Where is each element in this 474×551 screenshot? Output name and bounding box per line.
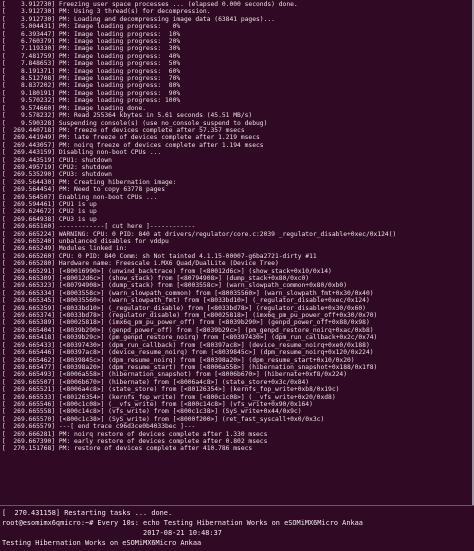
log-line: [ 269.665433] [<80397430>] (dpm_run_call… — [2, 341, 370, 349]
log-line: [ 269.665533] [<80126354>] (kernfs_fop_w… — [2, 393, 336, 401]
console-output[interactable]: [ 270.431158] Restarting tasks ... done.… — [0, 505, 474, 551]
log-line: [ 269.665546] [<800c1c08>] (__vfs_write)… — [2, 400, 313, 408]
log-line: [ 269.665309] [<80012d6c>] (show_stack) … — [2, 275, 310, 283]
log-line: [ 269.665521] [<8006a4c8>] (state_store)… — [2, 386, 340, 394]
log-line: [ 8.837202] PM: Image loading progress: … — [2, 82, 181, 90]
log-line: [ 269.665389] [<80025818>] (imx6q_pm_pu_… — [2, 319, 370, 327]
log-line: [ 269.665462] [<8039845c>] (dpm_resume_n… — [2, 356, 355, 364]
log-line: [ 269.443519] CPU1: shutdown — [2, 156, 112, 164]
log-line: [ 269.441949] PM: late freeze of devices… — [2, 134, 260, 142]
log-line: [ 6.760379] PM: Image loading progress: … — [2, 38, 181, 46]
log-line: [ 269.535290] CPU3: shutdown — [2, 171, 112, 179]
console-line: 2017-08-21 10:48:37 — [2, 529, 222, 537]
log-line: [ 269.665418] [<8039b29c>] (pm_genpd_res… — [2, 334, 378, 342]
log-line: [ 269.665291] [<80016990>] (unwind_backt… — [2, 267, 332, 275]
log-line: [ 269.564430] PM: Creating hibernation i… — [2, 178, 177, 186]
log-line: [ 3.912730] Freezing user space processe… — [2, 1, 298, 8]
console-line: Testing Hibernation Works on eSOMiMX6Mic… — [2, 539, 202, 547]
log-line: [ 269.665260] CPU: 0 PID: 840 Comm: sh N… — [2, 252, 317, 260]
kernel-log-output: [ 3.912730] Freezing user space processe… — [0, 0, 474, 505]
log-line: [ 9.590328] Suspending console(s) (use n… — [2, 119, 268, 127]
log-line: [ 269.665323] [<80794908>] (dump_stack) … — [2, 282, 347, 290]
log-line: [ 269.665359] [<8033bd10>] (_regulator_d… — [2, 304, 366, 312]
log-line: [ 269.665570] [<800c1c38>] (SyS_write) f… — [2, 415, 325, 423]
log-line: [ 269.665224] WARNING: CPU: 0 PID: 840 a… — [2, 230, 397, 238]
console-line: [ 270.431158] Restarting tasks ... done. — [2, 509, 173, 517]
log-line: [ 269.665374] [<8033bd78>] (regulator_di… — [2, 312, 378, 320]
log-line: [ 7.119330] PM: Image loading progress: … — [2, 45, 181, 53]
log-line: [ 269.594461] CPU1 is up — [2, 200, 97, 208]
log-line: [ 269.440718] PM: freeze of devices comp… — [2, 126, 245, 134]
log-line: [ 269.495719] CPU2: shutdown — [2, 163, 112, 171]
log-line: [ 269.624672] CPU2 is up — [2, 208, 97, 216]
log-line: [ 269.667390] PM: early restore of devic… — [2, 437, 268, 445]
log-line: [ 269.666281] PM: noirq restore of devic… — [2, 430, 268, 438]
log-line: [ 269.665249] Modules linked in: — [2, 245, 128, 253]
log-line: [ 9.574660] PM: Image loading done. — [2, 104, 147, 112]
log-line: [ 8.512708] PM: Image loading progress: … — [2, 75, 181, 83]
log-line: [ 7.848653] PM: Image loading progress: … — [2, 60, 181, 68]
shell-prompt-line: root@esomimx6qmicro:~# Every 10s: echo T… — [2, 519, 363, 527]
log-line: [ 9.578232] PM: Read 255364 kbytes in 5.… — [2, 112, 253, 120]
log-line: [ 269.665160] ------------[ cut here ]--… — [2, 223, 196, 231]
log-line: [ 269.665404] [<8039b290>] (genpd_power_… — [2, 326, 374, 334]
log-line: [ 269.665334] [<8003558c>] (warn_slowpat… — [2, 289, 374, 297]
log-line: [ 269.443159] Disabling non-boot CPUs ..… — [2, 149, 162, 157]
log-line: [ 269.665493] [<8006a558>] (hibernation_… — [2, 371, 347, 379]
log-line: [ 269.665280] Hardware name: Freescale i… — [2, 260, 279, 268]
log-line: [ 270.151768] PM: restore of devices com… — [2, 445, 253, 453]
log-line: [ 269.443057] PM: noirq freeze of device… — [2, 141, 264, 149]
log-line: [ 3.912730] PM: Loading and decompressin… — [2, 15, 275, 23]
log-line: [ 9.570232] PM: Image loading progress: … — [2, 97, 181, 105]
log-line: [ 6.393447] PM: Image loading progress: … — [2, 30, 181, 38]
log-line: [ 269.665240] unbalanced disables for vd… — [2, 238, 169, 245]
terminal-window[interactable]: [ 3.912730] Freezing user space processe… — [0, 0, 474, 551]
log-line: [ 269.665446] [<80397ac8>] (device_resum… — [2, 349, 374, 357]
log-line: [ 269.564454] PM: Need to copy 63778 pag… — [2, 186, 166, 194]
log-line: [ 8.191371] PM: Image loading progress: … — [2, 67, 181, 75]
log-line: [ 269.564507] Enabling non-boot CPUs ... — [2, 193, 158, 201]
log-line: [ 269.665579] ---[ end trace c96d3ce0b40… — [2, 423, 196, 431]
log-line: [ 5.004431] PM: Image loading progress: … — [2, 23, 181, 31]
log-line: [ 3.912730] PM: Using 3 thread(s) for de… — [2, 8, 211, 16]
log-line: [ 7.481759] PM: Image loading progress: … — [2, 52, 181, 60]
log-line: [ 269.665558] [<800c14c8>] (vfs_write) f… — [2, 408, 302, 416]
log-line: [ 269.665345] [<80035560>] (warn_slowpat… — [2, 297, 370, 305]
log-line: [ 269.665477] [<80398a20>] (dpm_resume_s… — [2, 363, 378, 371]
log-line: [ 269.664938] CPU3 is up — [2, 215, 97, 223]
log-line: [ 269.665507] [<8006b670>] (hibernate) f… — [2, 378, 310, 386]
log-line: [ 9.180191] PM: Image loading progress: … — [2, 89, 181, 97]
